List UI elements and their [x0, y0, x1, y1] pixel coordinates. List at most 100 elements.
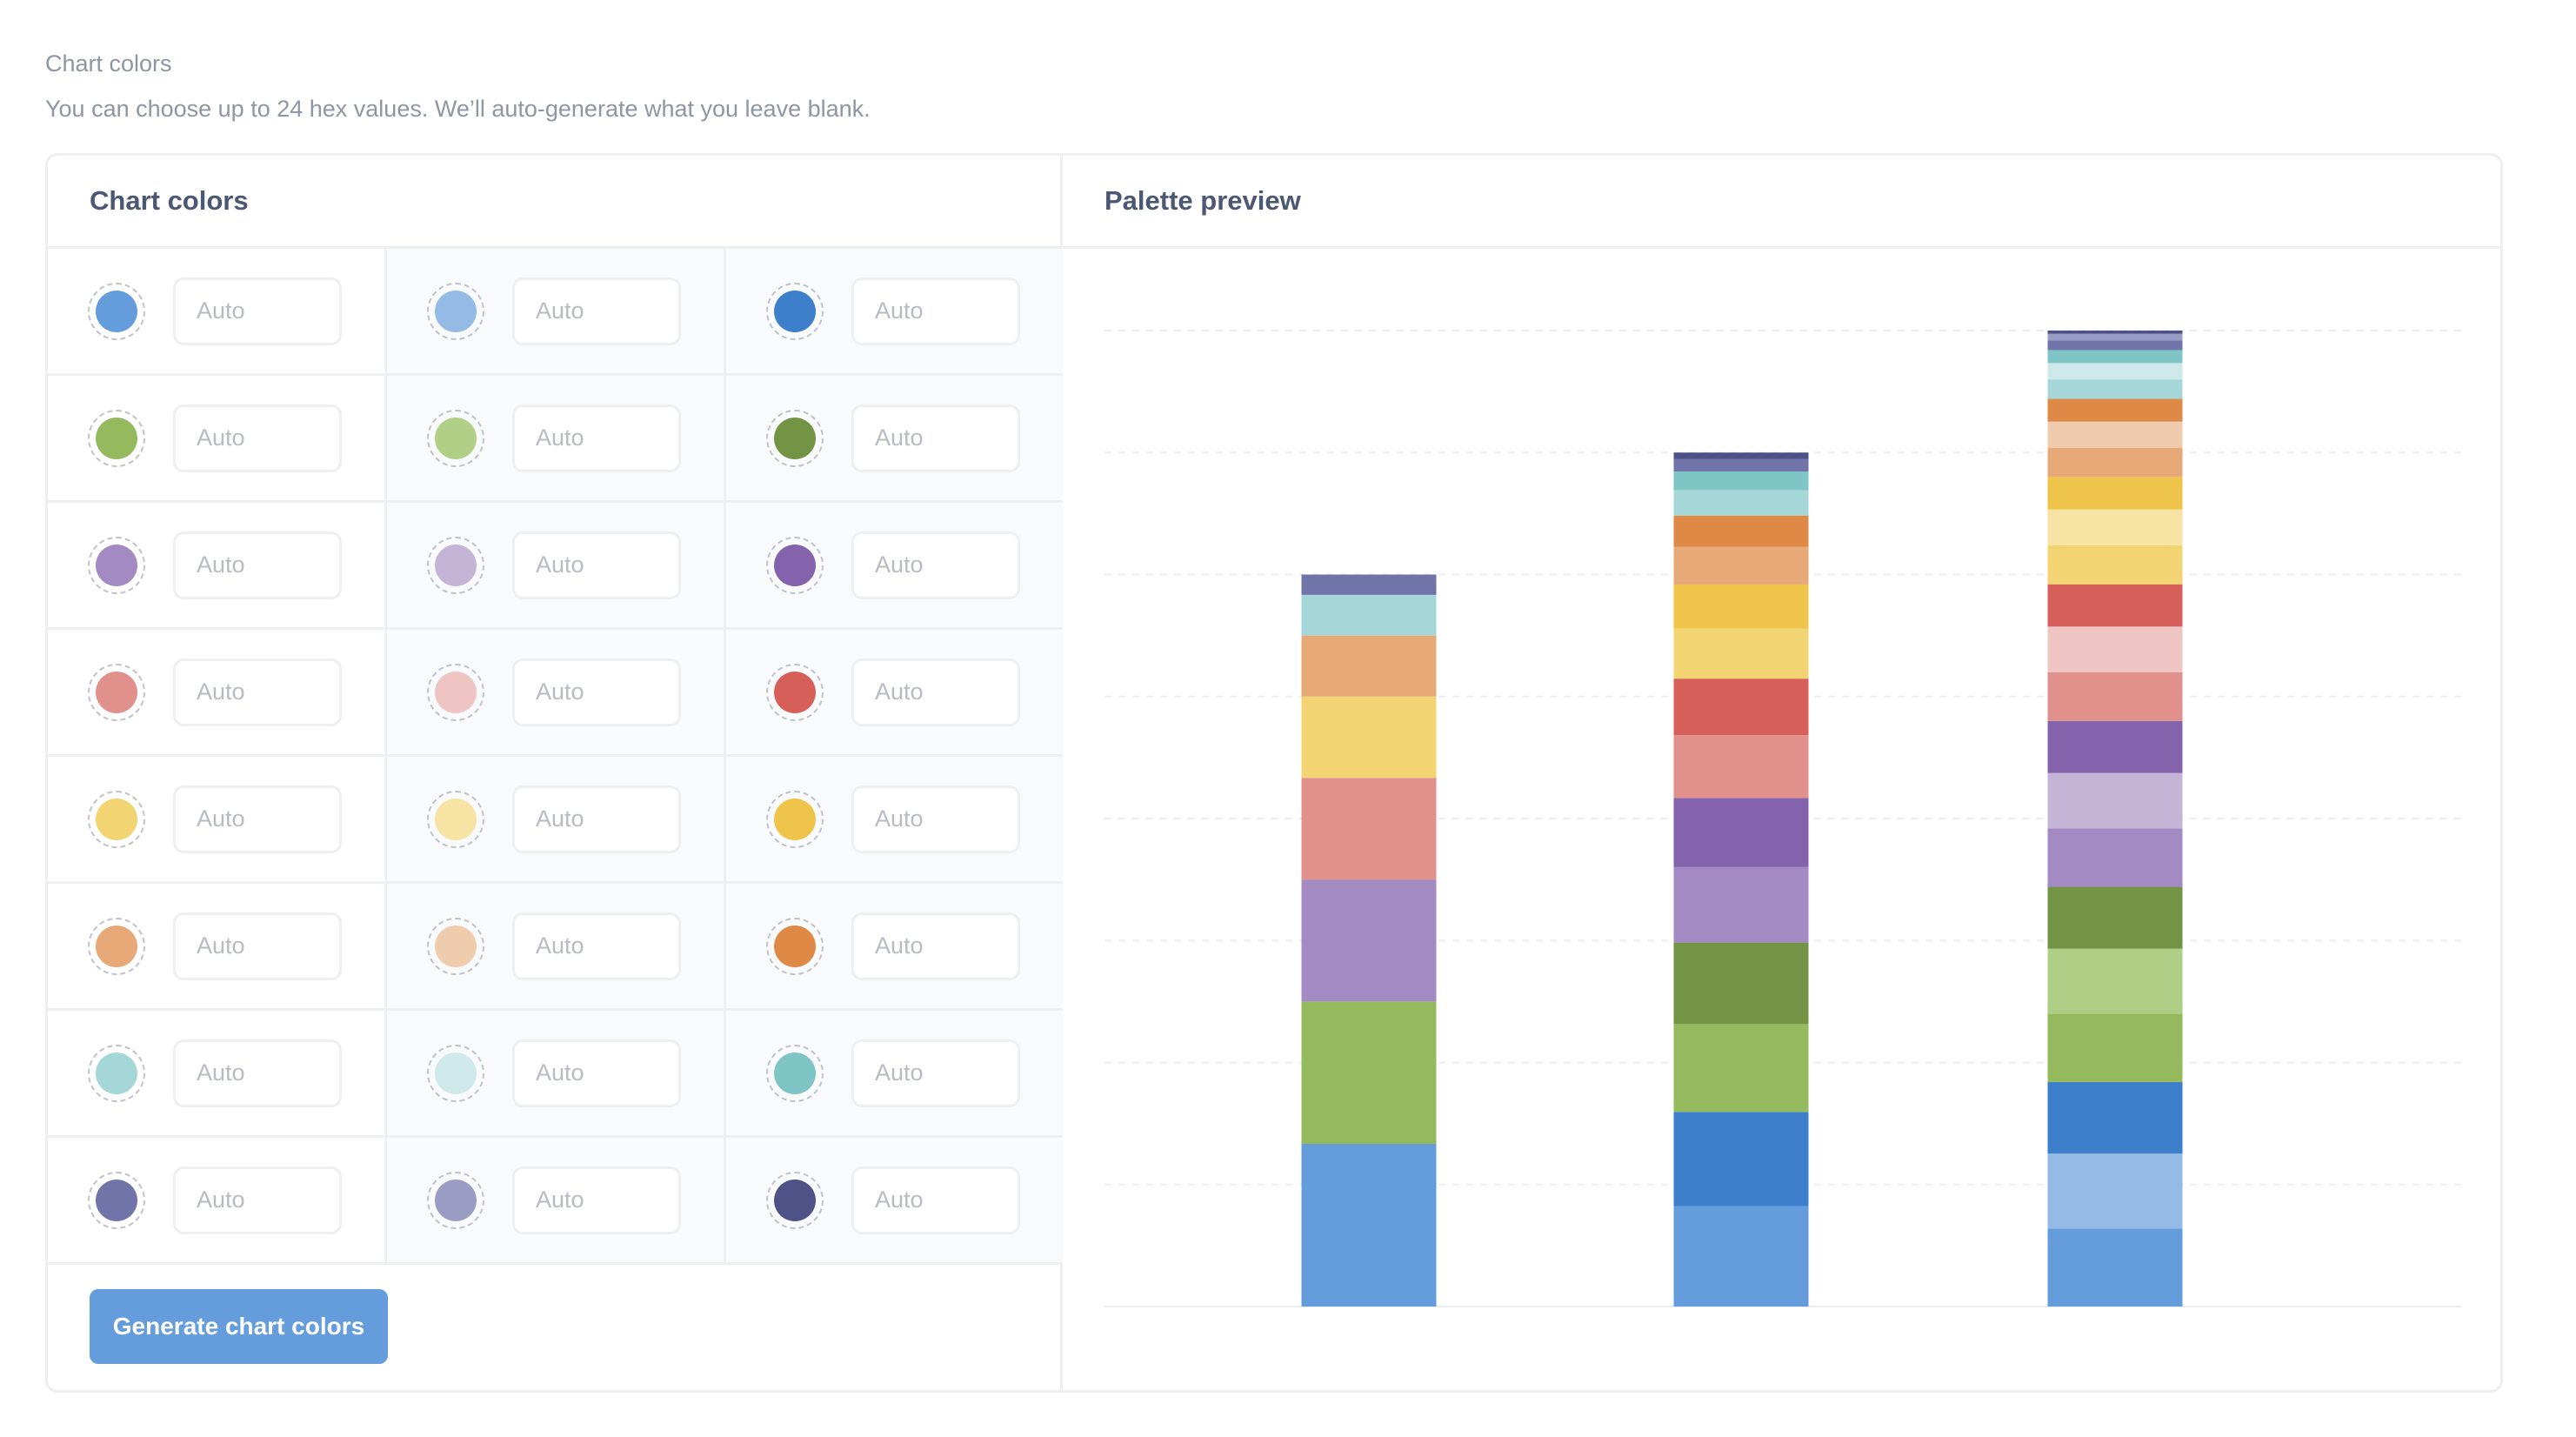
- color-swatch[interactable]: [88, 536, 145, 594]
- hex-color-input[interactable]: [173, 277, 342, 345]
- color-swatch[interactable]: [766, 663, 824, 721]
- color-swatch-dot: [435, 417, 477, 459]
- color-row: [48, 884, 1063, 1011]
- hex-color-input[interactable]: [512, 277, 681, 345]
- hex-color-input[interactable]: [512, 1039, 681, 1107]
- color-cell: [387, 630, 726, 754]
- color-cell: [387, 884, 726, 1008]
- hex-color-input[interactable]: [512, 785, 681, 853]
- section-label: Chart colors: [45, 50, 172, 77]
- color-swatch-dot: [435, 1052, 477, 1094]
- color-swatch-dot: [774, 1179, 816, 1221]
- color-swatch-dot: [774, 798, 816, 840]
- color-swatch-dot: [96, 1179, 137, 1221]
- bar-segment: [1301, 635, 1437, 697]
- hex-color-input[interactable]: [851, 277, 1020, 345]
- color-cell: [726, 376, 1063, 500]
- bar-segment: [1673, 798, 1809, 867]
- bar-segment: [2047, 1081, 2183, 1154]
- color-swatch-dot: [96, 544, 137, 586]
- color-swatch[interactable]: [427, 1044, 484, 1102]
- color-swatch[interactable]: [427, 1171, 484, 1229]
- hex-color-input[interactable]: [173, 1039, 342, 1107]
- color-cell: [387, 757, 726, 881]
- section-description: You can choose up to 24 hex values. We’l…: [45, 96, 871, 122]
- bar-segment: [1673, 1024, 1809, 1113]
- color-swatch[interactable]: [427, 536, 484, 594]
- color-swatch-dot: [435, 544, 477, 586]
- hex-color-input[interactable]: [512, 531, 681, 599]
- bar-segment: [2047, 477, 2183, 510]
- bar-segment: [1301, 696, 1437, 779]
- color-swatch[interactable]: [88, 663, 145, 721]
- color-swatch-dot: [96, 290, 137, 332]
- color-swatch[interactable]: [88, 917, 145, 975]
- bar-segment: [1673, 735, 1809, 799]
- bar-segment: [1673, 546, 1809, 585]
- hex-color-input[interactable]: [851, 1039, 1020, 1107]
- bar-segment: [2047, 1013, 2183, 1082]
- color-cell: [726, 249, 1063, 373]
- color-swatch[interactable]: [427, 409, 484, 467]
- color-swatch[interactable]: [427, 663, 484, 721]
- color-swatch-dot: [774, 544, 816, 586]
- color-swatch[interactable]: [427, 917, 484, 975]
- color-cell: [48, 884, 387, 1008]
- color-grid: [48, 249, 1063, 1265]
- bar-segment: [2047, 333, 2183, 341]
- hex-color-input[interactable]: [512, 912, 681, 980]
- hex-color-input[interactable]: [851, 404, 1020, 472]
- chart-colors-panel-title: Chart colors: [48, 156, 1060, 249]
- hex-color-input[interactable]: [173, 785, 342, 853]
- hex-color-input[interactable]: [512, 658, 681, 726]
- hex-color-input[interactable]: [173, 531, 342, 599]
- hex-color-input[interactable]: [851, 912, 1020, 980]
- color-swatch[interactable]: [766, 1171, 824, 1229]
- color-swatch[interactable]: [766, 917, 824, 975]
- color-swatch[interactable]: [766, 790, 824, 848]
- color-cell: [726, 884, 1063, 1008]
- bar-stack: [1301, 574, 1437, 1307]
- color-swatch[interactable]: [88, 282, 145, 340]
- bar-segment: [2047, 1153, 2183, 1229]
- color-swatch-dot: [435, 671, 477, 713]
- bar-segment: [1301, 879, 1437, 1002]
- color-swatch-dot: [435, 798, 477, 840]
- color-row: [48, 376, 1063, 503]
- bar-segment: [1301, 778, 1437, 880]
- color-swatch[interactable]: [766, 282, 824, 340]
- hex-color-input[interactable]: [851, 531, 1020, 599]
- color-swatch[interactable]: [427, 282, 484, 340]
- color-swatch-dot: [96, 1052, 137, 1094]
- bar-segment: [1673, 678, 1809, 736]
- hex-color-input[interactable]: [851, 1166, 1020, 1234]
- hex-color-input[interactable]: [512, 1166, 681, 1234]
- hex-color-input[interactable]: [512, 404, 681, 472]
- color-swatch[interactable]: [88, 409, 145, 467]
- color-swatch[interactable]: [766, 536, 824, 594]
- hex-color-input[interactable]: [173, 912, 342, 980]
- bar-segment: [2047, 447, 2183, 478]
- bar-segment: [1673, 584, 1809, 629]
- bar-segment: [1673, 628, 1809, 679]
- color-cell: [726, 503, 1063, 627]
- color-cell: [387, 249, 726, 373]
- color-swatch[interactable]: [766, 409, 824, 467]
- hex-color-input[interactable]: [173, 658, 342, 726]
- color-swatch[interactable]: [88, 790, 145, 848]
- bar-segment: [2047, 720, 2183, 773]
- color-swatch[interactable]: [88, 1171, 145, 1229]
- color-swatch[interactable]: [88, 1044, 145, 1102]
- generate-chart-colors-button[interactable]: Generate chart colors: [90, 1289, 388, 1364]
- color-swatch[interactable]: [427, 790, 484, 848]
- hex-color-input[interactable]: [851, 658, 1020, 726]
- hex-color-input[interactable]: [851, 785, 1020, 853]
- hex-color-input[interactable]: [173, 404, 342, 472]
- color-cell: [726, 757, 1063, 881]
- hex-color-input[interactable]: [173, 1166, 342, 1234]
- bar-segment: [1673, 942, 1809, 1025]
- bar-segment: [1673, 1112, 1809, 1206]
- color-cell: [48, 1011, 387, 1135]
- color-swatch-dot: [96, 798, 137, 840]
- color-swatch[interactable]: [766, 1044, 824, 1102]
